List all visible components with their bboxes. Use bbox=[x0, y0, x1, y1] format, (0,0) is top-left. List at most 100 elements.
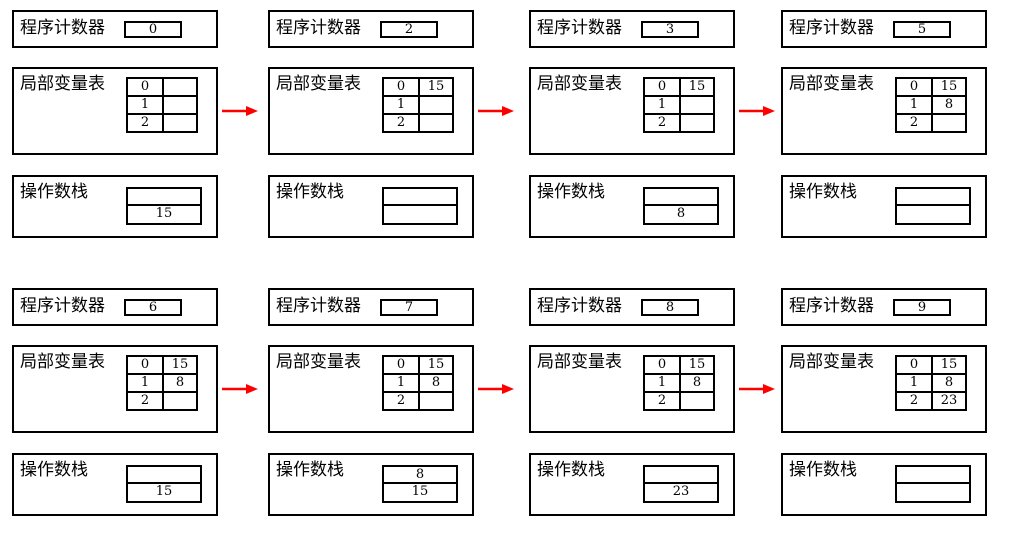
operand-stack-slot-top bbox=[645, 189, 717, 206]
operand-stack-label: 操作数栈 bbox=[789, 460, 857, 480]
local-variable-table-box: 局部变量表 0 15 1 8 2 23 bbox=[781, 345, 987, 433]
local-slot-index: 0 bbox=[126, 355, 164, 375]
operand-stack bbox=[895, 187, 971, 225]
local-variable-table-label: 局部变量表 bbox=[276, 74, 361, 94]
local-slot-index: 0 bbox=[382, 355, 420, 375]
local-variable-row: 0 15 bbox=[895, 355, 967, 375]
local-slot-value: 8 bbox=[931, 95, 967, 115]
program-counter-value: 6 bbox=[124, 299, 182, 316]
local-variable-row: 18 bbox=[643, 373, 715, 393]
local-variable-table: 0 15 1 2 bbox=[643, 77, 715, 133]
program-counter-box: 程序计数器 7 bbox=[268, 288, 474, 326]
local-slot-index: 0 bbox=[382, 77, 420, 97]
local-slot-index: 0 bbox=[643, 77, 681, 97]
jvm-frame-diagram: 程序计数器 0 局部变量表 0 1 2 操作数栈 15 程序计数器 2 局部变量表 0 15 1 2 操作数栈… bbox=[0, 0, 1012, 538]
operand-stack-label: 操作数栈 bbox=[20, 182, 88, 202]
local-variable-table-box: 局部变量表 0 15 1 8 2 bbox=[781, 67, 987, 155]
program-counter-box: 程序计数器 3 bbox=[529, 10, 735, 48]
local-variable-table: 0 15 1 2 bbox=[382, 77, 454, 133]
local-slot-index: 2 bbox=[126, 113, 164, 133]
red-right-arrow-icon bbox=[222, 384, 258, 394]
program-counter-label: 程序计数器 bbox=[789, 296, 874, 316]
local-variable-row: 0 15 bbox=[895, 77, 967, 97]
operand-stack: 8 bbox=[643, 187, 719, 225]
local-variable-row: 18 bbox=[126, 373, 198, 393]
operand-stack-box: 操作数栈 bbox=[268, 175, 474, 238]
red-right-arrow-icon bbox=[478, 384, 514, 394]
operand-stack-box: 操作数栈 23 bbox=[529, 453, 735, 516]
operand-stack: 15 bbox=[126, 465, 202, 503]
operand-stack-slot-top bbox=[128, 189, 200, 206]
red-right-arrow-icon bbox=[739, 384, 775, 394]
red-right-arrow-icon bbox=[222, 106, 258, 116]
program-counter-box: 程序计数器 0 bbox=[12, 10, 218, 48]
local-variable-row: 2 bbox=[643, 391, 715, 411]
local-variable-table: 0 15 1 8 2 bbox=[382, 355, 454, 411]
local-variable-row: 2 bbox=[382, 391, 454, 411]
local-variable-table: 0 15 1 8 2 bbox=[126, 355, 198, 411]
operand-stack-slot-top bbox=[897, 467, 969, 484]
operand-stack-label: 操作数栈 bbox=[276, 182, 344, 202]
local-slot-index: 1 bbox=[126, 373, 164, 393]
program-counter-box: 程序计数器 5 bbox=[781, 10, 987, 48]
operand-stack: 15 bbox=[126, 187, 202, 225]
local-variable-table-box: 局部变量表 0 15 1 2 bbox=[529, 67, 735, 155]
local-variable-row: 18 bbox=[895, 373, 967, 393]
local-slot-value bbox=[418, 391, 454, 411]
operand-stack-box: 操作数栈 15 bbox=[12, 453, 218, 516]
local-variable-table-label: 局部变量表 bbox=[20, 74, 105, 94]
program-counter-label: 程序计数器 bbox=[537, 18, 622, 38]
operand-stack-slot-bottom bbox=[897, 484, 969, 501]
local-slot-value bbox=[679, 113, 715, 133]
local-variable-table-label: 局部变量表 bbox=[789, 352, 874, 372]
local-slot-value: 23 bbox=[931, 391, 967, 411]
local-variable-table: 0 15 1 8 2 bbox=[895, 77, 967, 133]
local-slot-value: 8 bbox=[418, 373, 454, 393]
local-variable-table: 012 bbox=[126, 77, 198, 133]
local-variable-table-label: 局部变量表 bbox=[276, 352, 361, 372]
local-slot-index: 2 bbox=[643, 113, 681, 133]
local-slot-index: 0 bbox=[126, 77, 164, 97]
local-variable-row: 2 bbox=[126, 113, 198, 133]
stack-frame: 程序计数器 3 局部变量表 0 15 1 2 操作数栈 8 bbox=[529, 10, 735, 240]
local-variable-table-box: 局部变量表 0 15 1 8 2 bbox=[529, 345, 735, 433]
operand-stack-slot-bottom: 15 bbox=[155, 484, 173, 499]
local-variable-row: 2 bbox=[126, 391, 198, 411]
stack-frame: 程序计数器 2 局部变量表 0 15 1 2 操作数栈 bbox=[268, 10, 474, 240]
local-variable-row: 1 bbox=[643, 95, 715, 115]
local-slot-value: 15 bbox=[679, 77, 715, 97]
stack-frame: 程序计数器 6 局部变量表 0 15 1 8 2 操作数栈 15 bbox=[12, 288, 218, 518]
operand-stack-label: 操作数栈 bbox=[537, 182, 605, 202]
program-counter-value: 3 bbox=[641, 21, 699, 38]
operand-stack-slot-top bbox=[645, 467, 717, 484]
red-right-arrow-icon bbox=[478, 106, 514, 116]
operand-stack-label: 操作数栈 bbox=[20, 460, 88, 480]
program-counter-value: 8 bbox=[641, 299, 699, 316]
local-slot-value bbox=[162, 113, 198, 133]
local-variable-table-label: 局部变量表 bbox=[20, 352, 105, 372]
local-slot-value: 15 bbox=[931, 355, 967, 375]
local-variable-row: 0 15 bbox=[126, 355, 198, 375]
local-slot-index: 1 bbox=[382, 95, 420, 115]
local-slot-index: 1 bbox=[643, 95, 681, 115]
program-counter-label: 程序计数器 bbox=[789, 18, 874, 38]
local-slot-index: 0 bbox=[895, 355, 933, 375]
operand-stack-slot-bottom: 15 bbox=[411, 484, 429, 499]
local-variable-table-box: 局部变量表 0 15 1 2 bbox=[268, 67, 474, 155]
program-counter-box: 程序计数器 2 bbox=[268, 10, 474, 48]
operand-stack: 23 bbox=[643, 465, 719, 503]
stack-frame: 程序计数器 0 局部变量表 0 1 2 操作数栈 15 bbox=[12, 10, 218, 240]
red-right-arrow-icon bbox=[739, 106, 775, 116]
program-counter-box: 程序计数器 9 bbox=[781, 288, 987, 326]
operand-stack-slot-top bbox=[897, 189, 969, 206]
local-slot-index: 2 bbox=[382, 391, 420, 411]
local-slot-index: 2 bbox=[126, 391, 164, 411]
local-slot-value: 15 bbox=[418, 77, 454, 97]
operand-stack-box: 操作数栈 8 15 bbox=[268, 453, 474, 516]
local-slot-index: 1 bbox=[126, 95, 164, 115]
program-counter-label: 程序计数器 bbox=[20, 296, 105, 316]
program-counter-label: 程序计数器 bbox=[20, 18, 105, 38]
local-slot-value bbox=[162, 95, 198, 115]
operand-stack-slot-bottom bbox=[384, 206, 456, 223]
program-counter-value: 7 bbox=[380, 299, 438, 316]
